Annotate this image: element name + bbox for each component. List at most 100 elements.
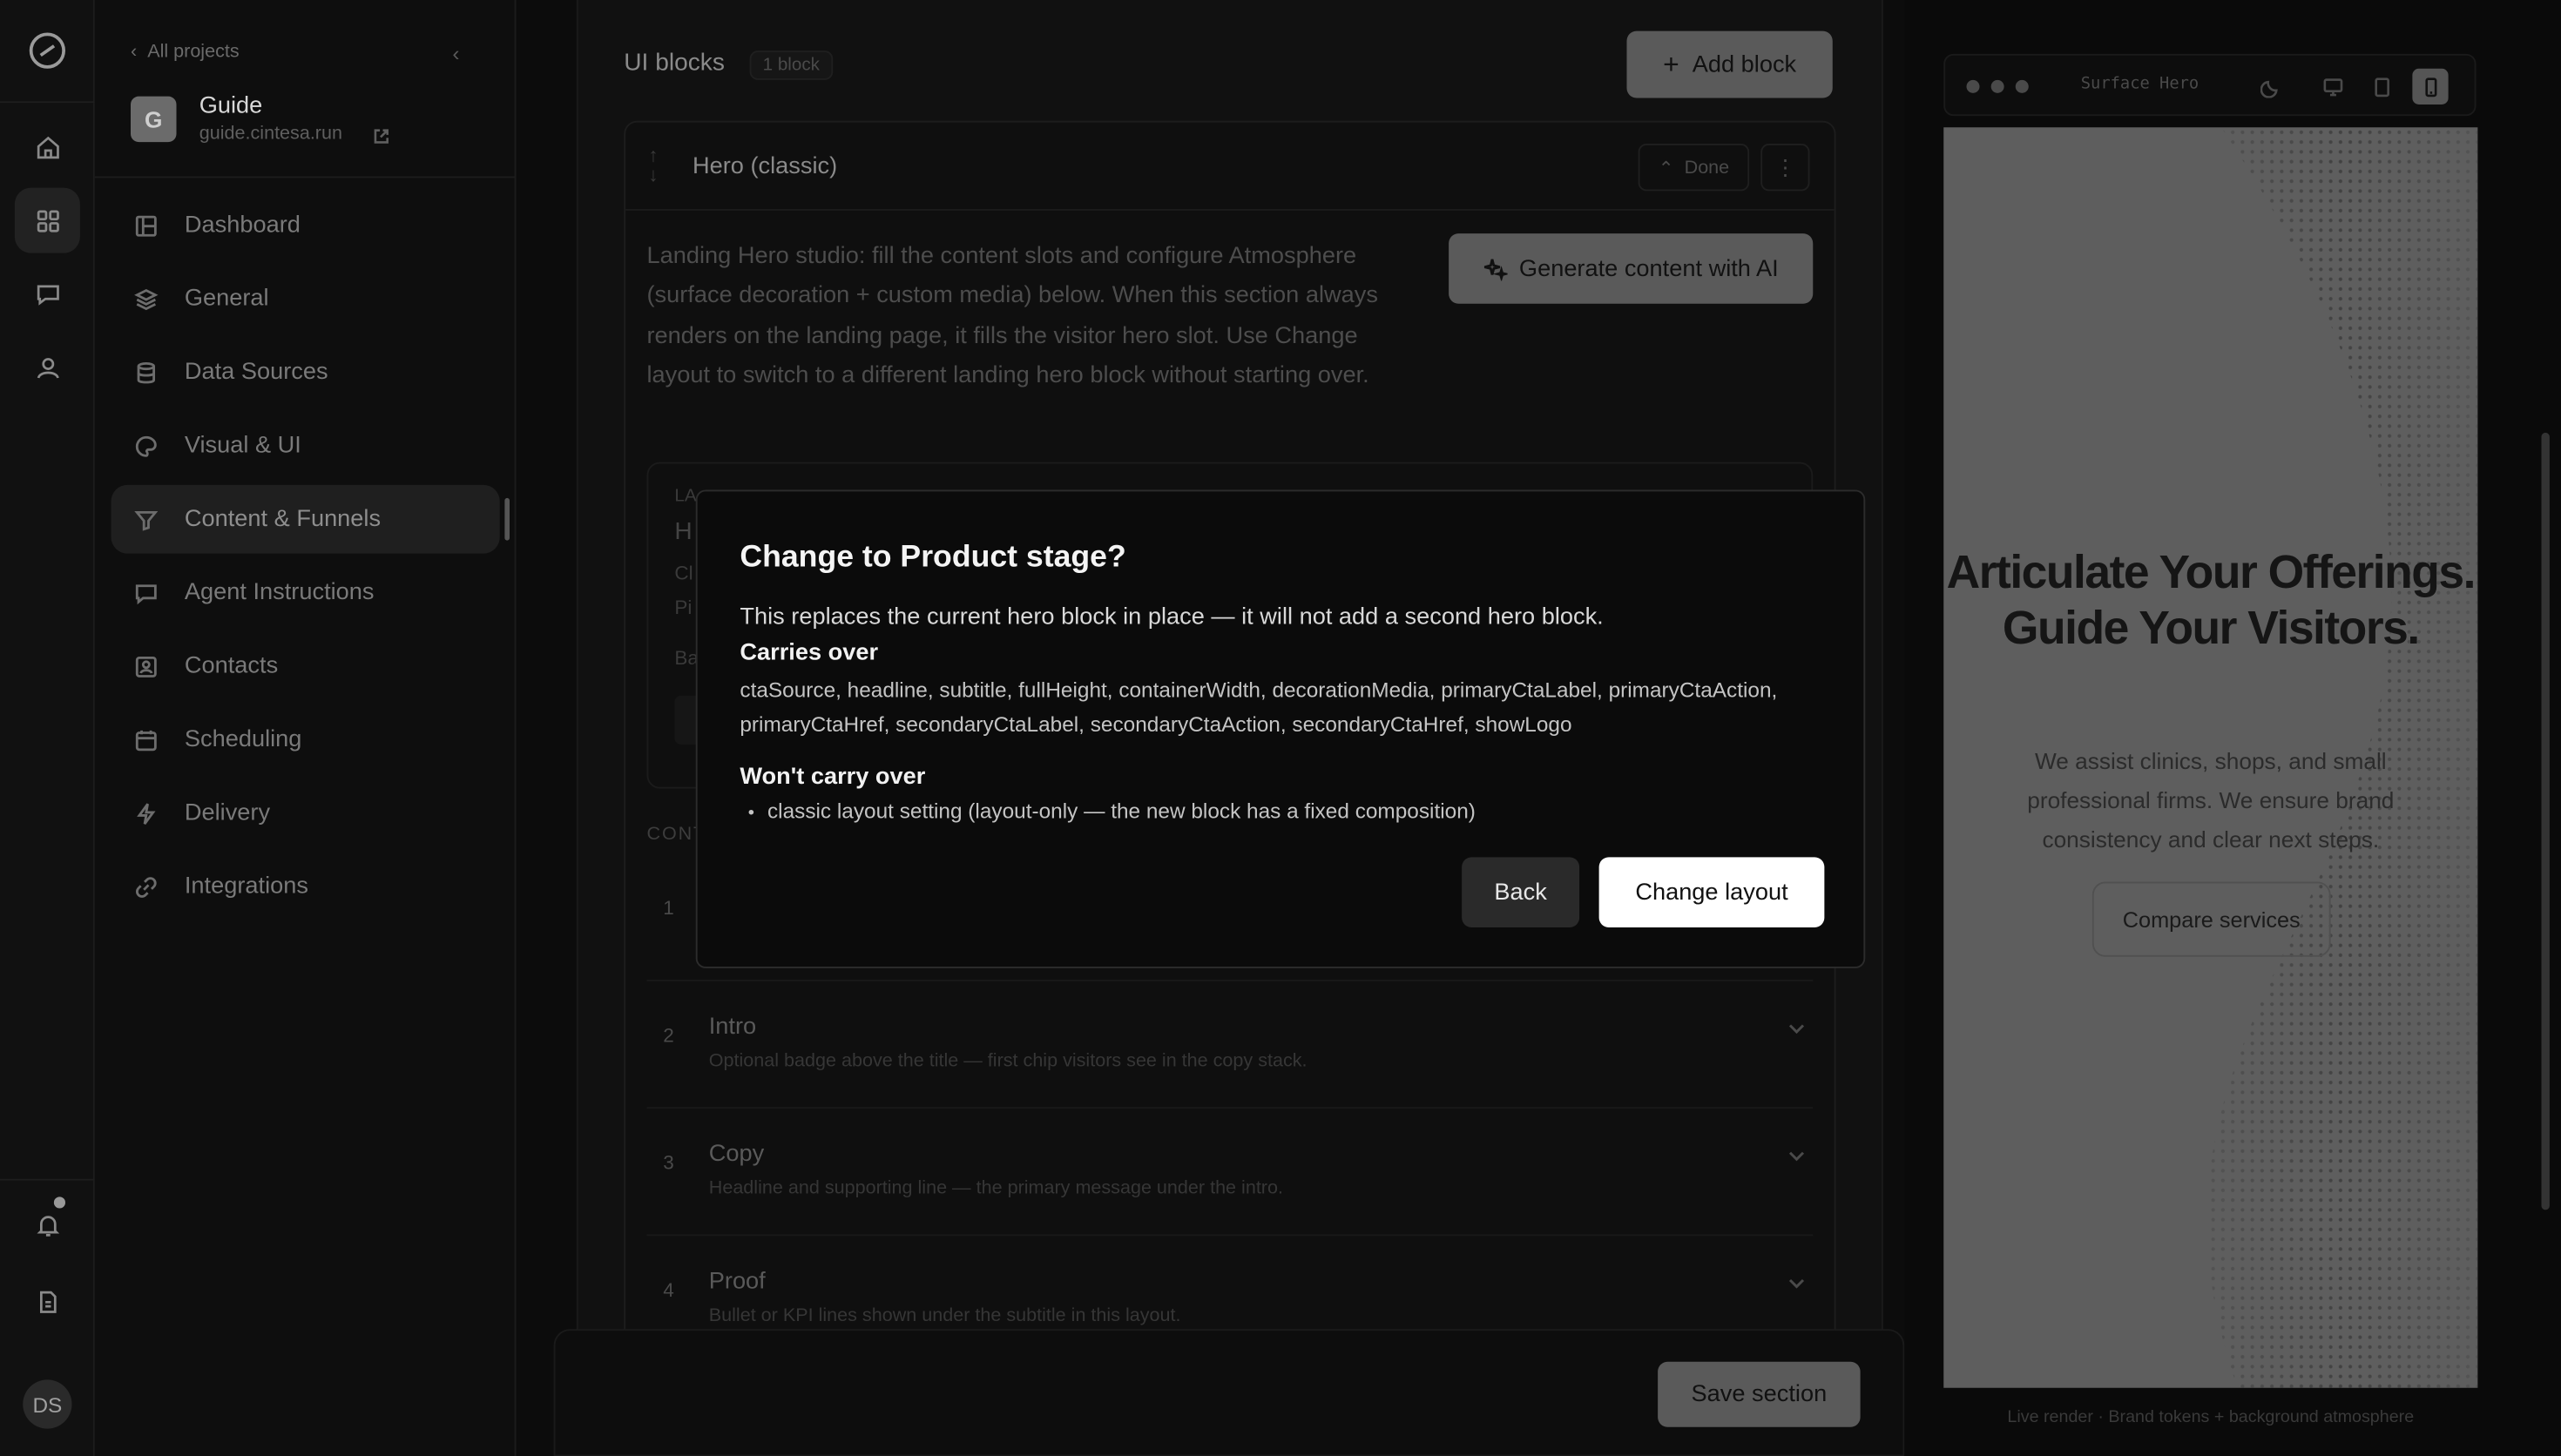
calendar-icon: [135, 729, 157, 751]
dialog-title: Change to Product stage?: [740, 540, 1126, 575]
sidebar-item-general[interactable]: General: [111, 265, 500, 334]
all-projects-label: All projects: [147, 42, 240, 63]
sidebar-item-label: Data Sources: [184, 359, 328, 386]
project-logo: G: [131, 96, 177, 143]
preview-scrollbar[interactable]: [2541, 432, 2550, 1210]
drag-handle-icon[interactable]: ↑ ↓: [648, 145, 658, 185]
dialog-description: This replaces the current hero block in …: [740, 603, 1604, 630]
sidebar-item-agent-instructions[interactable]: Agent Instructions: [111, 558, 500, 627]
home-icon[interactable]: [15, 114, 80, 179]
done-label: Done: [1684, 157, 1730, 178]
obscured-label: LA: [674, 486, 697, 507]
done-button[interactable]: ⌃ Done: [1638, 144, 1750, 192]
save-section-button[interactable]: Save section: [1658, 1361, 1861, 1427]
slot-row[interactable]: 2 Intro Optional badge above the title —…: [646, 981, 1814, 1109]
card-header: ↑ ↓ Hero (classic) ⌃ Done ⋮: [625, 123, 1835, 211]
slot-title: Intro: [708, 1014, 757, 1041]
wont-carry-item: classic layout setting (layout-only — th…: [748, 799, 1476, 823]
slot-subtitle: Headline and supporting line — the prima…: [708, 1178, 1283, 1199]
notification-dot: [53, 1196, 65, 1209]
carries-over-list: ctaSource, headline, subtitle, fullHeigh…: [740, 677, 1778, 737]
hero-subtitle: We assist clinics, shops, and small prof…: [2027, 747, 2395, 853]
window-dot: [2015, 79, 2029, 93]
user-icon[interactable]: [15, 334, 80, 400]
mobile-icon[interactable]: [2412, 68, 2449, 104]
sidebar-item-label: Content & Funnels: [184, 506, 382, 533]
sidebar-item-content-funnels[interactable]: Content & Funnels: [111, 484, 510, 554]
layers-icon: [134, 288, 159, 310]
page-title: UI blocks: [624, 49, 725, 78]
sidebar-item-data-sources[interactable]: Data Sources: [111, 338, 500, 407]
bolt-icon: [137, 802, 156, 825]
slot-row[interactable]: 3 Copy Headline and supporting line — th…: [646, 1109, 1814, 1237]
message-icon: [135, 583, 157, 604]
grid-icon[interactable]: [14, 187, 80, 253]
sidebar-item-label: Scheduling: [184, 726, 302, 753]
preview-frame: Articulate Your Offerings. Guide Your Vi…: [1943, 127, 2478, 1388]
slot-number: 4: [663, 1278, 674, 1302]
contacts-icon: [135, 656, 157, 677]
block-count-badge: 1 block: [749, 51, 833, 80]
sidebar-item-label: Contacts: [184, 653, 279, 679]
sidebar-item-integrations[interactable]: Integrations: [111, 853, 500, 921]
icon-rail: DS: [0, 0, 95, 1456]
generate-ai-button[interactable]: Generate content with AI: [1449, 233, 1814, 304]
logo-icon[interactable]: [29, 32, 65, 69]
collapse-sidebar-icon[interactable]: ‹: [452, 41, 459, 65]
sidebar-item-label: Delivery: [184, 799, 271, 826]
add-block-label: Add block: [1692, 51, 1797, 78]
slot-number: 1: [663, 896, 674, 920]
palette-icon: [135, 435, 157, 456]
chevron-down-icon[interactable]: [1787, 1144, 1805, 1162]
slot-title: Proof: [708, 1268, 766, 1295]
tablet-icon[interactable]: [2363, 69, 2399, 104]
more-options-icon[interactable]: ⋮: [1760, 144, 1810, 192]
hero-title: Articulate Your Offerings. Guide Your Vi…: [1946, 547, 2477, 655]
chevron-down-icon[interactable]: [1787, 1272, 1805, 1289]
project-url[interactable]: guide.cintesa.run: [199, 125, 342, 145]
chevron-up-icon: ⌃: [1658, 158, 1674, 179]
obscured-text: Pi: [674, 596, 693, 619]
sidebar-item-label: Agent Instructions: [184, 579, 375, 606]
moon-icon[interactable]: [2253, 69, 2288, 104]
document-icon[interactable]: [15, 1269, 80, 1334]
chat-icon[interactable]: [15, 261, 80, 327]
slot-number: 2: [663, 1023, 674, 1047]
project-sidebar: ‹ All projects ‹ G Guide guide.cintesa.r…: [94, 0, 517, 1456]
sidebar-item-delivery[interactable]: Delivery: [111, 779, 500, 847]
all-projects-link[interactable]: ‹ All projects: [131, 43, 240, 63]
sidebar-item-label: General: [184, 286, 269, 313]
change-layout-dialog: Change to Product stage? This replaces t…: [695, 489, 1866, 968]
plus-icon: +: [1663, 48, 1679, 79]
bell-icon[interactable]: [15, 1192, 80, 1257]
rail-divider: [0, 1178, 95, 1181]
sparkle-icon: [1484, 259, 1508, 281]
external-link-icon[interactable]: [373, 125, 391, 144]
obscured-heading: H: [674, 517, 693, 546]
slot-title: Copy: [708, 1141, 765, 1168]
sidebar-item-visual-ui[interactable]: Visual & UI: [111, 412, 500, 481]
window-dot: [1990, 79, 2004, 93]
slot-subtitle: Optional badge above the title — first c…: [708, 1051, 1308, 1072]
carries-over-heading: Carries over: [740, 640, 879, 666]
slot-number: 3: [663, 1150, 674, 1175]
preview-toolbar: Surface Hero: [1943, 53, 2477, 117]
change-layout-button[interactable]: Change layout: [1598, 857, 1825, 927]
avatar[interactable]: DS: [23, 1379, 72, 1429]
live-preview-panel: Surface Hero Articulate Your Offerings. …: [1904, 0, 2561, 1456]
desktop-icon[interactable]: [2314, 69, 2350, 104]
link-icon: [136, 876, 157, 897]
back-button[interactable]: Back: [1462, 857, 1580, 927]
chevron-down-icon[interactable]: [1787, 1017, 1805, 1035]
rail-divider: [0, 101, 95, 104]
sidebar-item-label: Dashboard: [184, 212, 301, 239]
compare-services-button[interactable]: Compare services: [2091, 881, 2331, 957]
preview-url-label: Surface Hero: [2080, 75, 2199, 93]
sidebar-item-contacts[interactable]: Contacts: [111, 632, 500, 701]
add-block-button[interactable]: + Add block: [1626, 30, 1833, 98]
window-dot: [1966, 79, 1980, 93]
sidebar-item-dashboard[interactable]: Dashboard: [111, 191, 500, 260]
preview-caption: Live render · Brand tokens + background …: [2007, 1407, 2415, 1427]
sidebar-item-label: Visual & UI: [184, 432, 301, 459]
sidebar-item-scheduling[interactable]: Scheduling: [111, 705, 500, 774]
